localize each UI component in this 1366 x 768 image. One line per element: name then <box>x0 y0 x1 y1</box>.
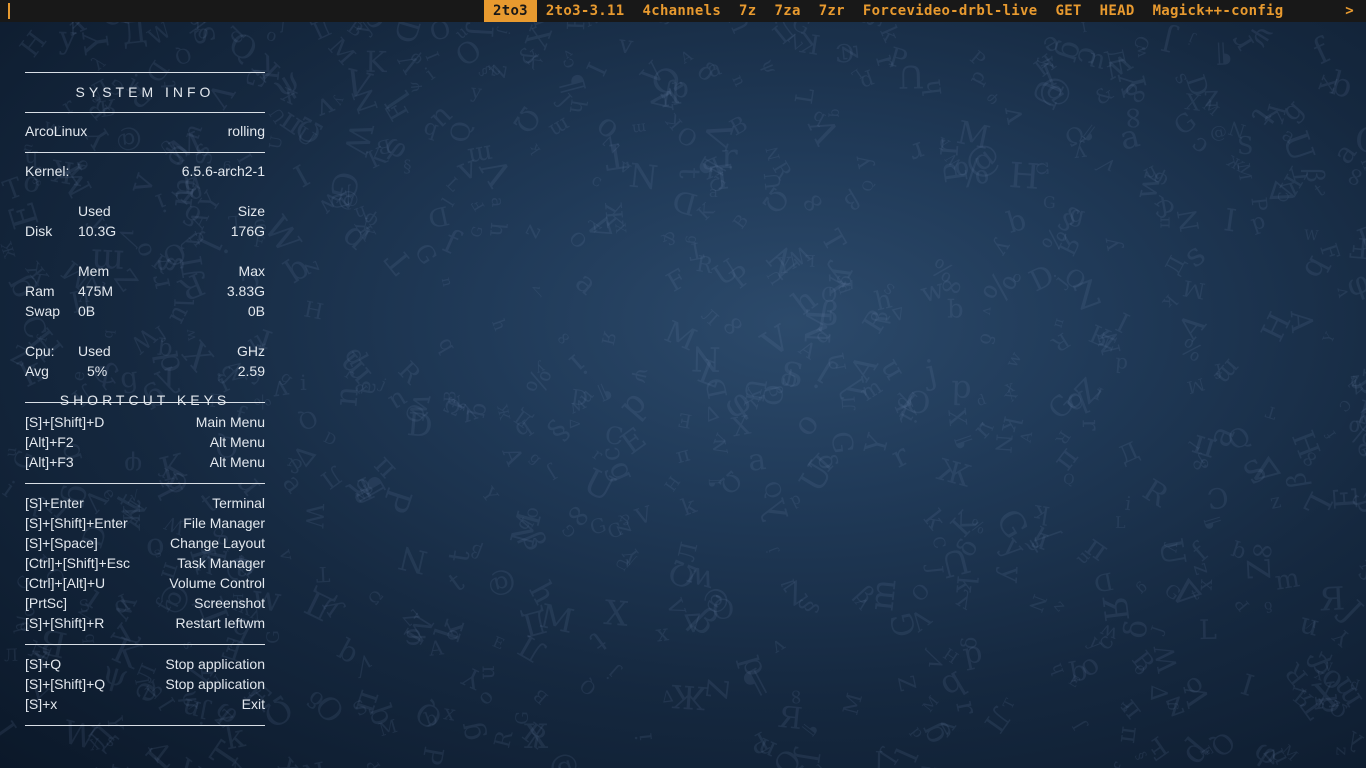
disk-header-row: Used Size <box>25 201 265 221</box>
disk-size-header: Size <box>237 203 265 219</box>
shortcut-action: Exit <box>241 696 265 712</box>
shortcut-action: Main Menu <box>195 414 265 430</box>
shortcut-keys: [Alt]+F2 <box>25 434 74 450</box>
divider <box>25 112 265 113</box>
swap-label: Swap <box>25 303 61 319</box>
shortcut-row: [S]+Q Stop application <box>25 654 265 674</box>
shortcut-row: [S]+[Shift]+R Restart leftwm <box>25 613 265 633</box>
shortcut-action: Alt Menu <box>209 434 265 450</box>
launcher-item[interactable]: Forcevideo-drbl-live <box>854 0 1047 22</box>
divider <box>25 483 265 484</box>
shortcut-row: [Alt]+F3 Alt Menu <box>25 452 265 472</box>
system-info-panel: SYSTEM INFO ArcoLinux rolling Kernel: 6.… <box>25 72 265 726</box>
shortcut-row: [S]+[Shift]+Enter File Manager <box>25 513 265 533</box>
launcher-item[interactable]: 7z <box>730 0 765 22</box>
shortcut-row: [PrtSc] Screenshot <box>25 593 265 613</box>
distro-name: ArcoLinux <box>25 123 88 139</box>
shortcut-action: Change Layout <box>170 535 265 551</box>
shortcut-row: [Alt]+F2 Alt Menu <box>25 432 265 452</box>
launcher-item[interactable]: 2to3 <box>484 0 537 22</box>
shortcut-action: Volume Control <box>169 575 265 591</box>
shortcut-keys: [S]+[Shift]+D <box>25 414 105 430</box>
launcher-item[interactable]: HEAD <box>1091 0 1144 22</box>
cpu-used-header: Used <box>78 343 111 359</box>
shortcut-action: Alt Menu <box>209 454 265 470</box>
swap-max: 0B <box>247 303 265 319</box>
shortcut-group: [S]+Q Stop application [S]+[Shift]+Q Sto… <box>25 654 265 714</box>
cpu-avg-used: 5% <box>87 363 108 379</box>
ram-used: 475M <box>78 283 114 299</box>
cpu-avg-label: Avg <box>25 363 49 379</box>
system-info-heading: SYSTEM INFO <box>75 84 215 100</box>
shortcut-row: [Ctrl]+[Shift]+Esc Task Manager <box>25 553 265 573</box>
shortcut-keys: [S]+[Shift]+R <box>25 615 105 631</box>
shortcut-action: Screenshot <box>194 595 265 611</box>
distro-row: ArcoLinux rolling <box>25 121 265 141</box>
memory-header-row: Mem Max <box>25 261 265 281</box>
shortcut-action: Terminal <box>212 495 265 511</box>
kernel-label: Kernel: <box>25 163 70 179</box>
kernel-version: 6.5.6-arch2-1 <box>181 163 265 179</box>
shortcut-keys: [S]+Q <box>25 656 62 672</box>
cpu-avg-ghz: 2.59 <box>237 363 265 379</box>
shortcut-action: Restart leftwm <box>175 615 265 631</box>
divider <box>25 725 265 726</box>
distro-release: rolling <box>227 123 265 139</box>
launcher-item[interactable]: Magick++-config <box>1144 0 1293 22</box>
swap-used: 0B <box>78 303 96 319</box>
mem-header: Mem <box>78 263 110 279</box>
divider <box>25 152 265 153</box>
cpu-header-row: Cpu: Used GHz <box>25 341 265 361</box>
more-items-indicator[interactable]: > <box>1345 0 1354 22</box>
cpu-avg-row: Avg 5% 2.59 <box>25 361 265 381</box>
disk-size: 176G <box>230 223 265 239</box>
launcher-item[interactable]: 2to3-3.11 <box>537 0 634 22</box>
launcher-item[interactable]: 7zr <box>810 0 854 22</box>
swap-row: Swap 0B 0B <box>25 301 265 321</box>
launcher-input-cursor[interactable] <box>8 3 10 19</box>
shortcut-keys: [PrtSc] <box>25 595 68 611</box>
kernel-row: Kernel: 6.5.6-arch2-1 <box>25 161 265 181</box>
shortcut-keys: [S]+[Space] <box>25 535 98 551</box>
divider <box>25 644 265 645</box>
shortcut-row: [S]+[Shift]+Q Stop application <box>25 674 265 694</box>
shortcut-row: [Ctrl]+[Alt]+U Volume Control <box>25 573 265 593</box>
disk-row: Disk 10.3G 176G <box>25 221 265 241</box>
shortcut-row: [S]+[Space] Change Layout <box>25 533 265 553</box>
shortcut-action: File Manager <box>183 515 265 531</box>
launcher-item[interactable]: 4channels <box>633 0 730 22</box>
max-header: Max <box>238 263 265 279</box>
ram-label: Ram <box>25 283 55 299</box>
shortcut-group: [S]+[Shift]+D Main Menu [Alt]+F2 Alt Men… <box>25 412 265 472</box>
disk-label: Disk <box>25 223 53 239</box>
shortcut-keys: [Ctrl]+[Shift]+Esc <box>25 555 131 571</box>
shortcut-action: Task Manager <box>177 555 265 571</box>
shortcut-keys: [S]+[Shift]+Q <box>25 676 106 692</box>
launcher-item-list: 2to3 2to3-3.11 4channels 7z 7za 7zr Forc… <box>484 0 1293 22</box>
ram-max: 3.83G <box>226 283 265 299</box>
application-launcher-bar[interactable]: 2to3 2to3-3.11 4channels 7z 7za 7zr Forc… <box>0 0 1366 22</box>
launcher-item[interactable]: GET <box>1046 0 1090 22</box>
shortcut-row: [S]+Enter Terminal <box>25 493 265 513</box>
ram-row: Ram 475M 3.83G <box>25 281 265 301</box>
shortcut-keys: [S]+Enter <box>25 495 84 511</box>
disk-used-header: Used <box>78 203 111 219</box>
shortcut-action: Stop application <box>165 656 265 672</box>
shortcut-group: [S]+Enter Terminal [S]+[Shift]+Enter Fil… <box>25 493 265 633</box>
shortcut-keys: [Ctrl]+[Alt]+U <box>25 575 106 591</box>
disk-used: 10.3G <box>78 223 117 239</box>
cpu-label: Cpu: <box>25 343 55 359</box>
shortcut-keys: [S]+x <box>25 696 58 712</box>
cpu-ghz-header: GHz <box>237 343 265 359</box>
shortcut-row: [S]+x Exit <box>25 694 265 714</box>
launcher-item[interactable]: 7za <box>766 0 810 22</box>
shortcut-keys: [S]+[Shift]+Enter <box>25 515 128 531</box>
shortcut-action: Stop application <box>165 676 265 692</box>
shortcut-keys: [Alt]+F3 <box>25 454 74 470</box>
shortcut-row: [S]+[Shift]+D Main Menu <box>25 412 265 432</box>
